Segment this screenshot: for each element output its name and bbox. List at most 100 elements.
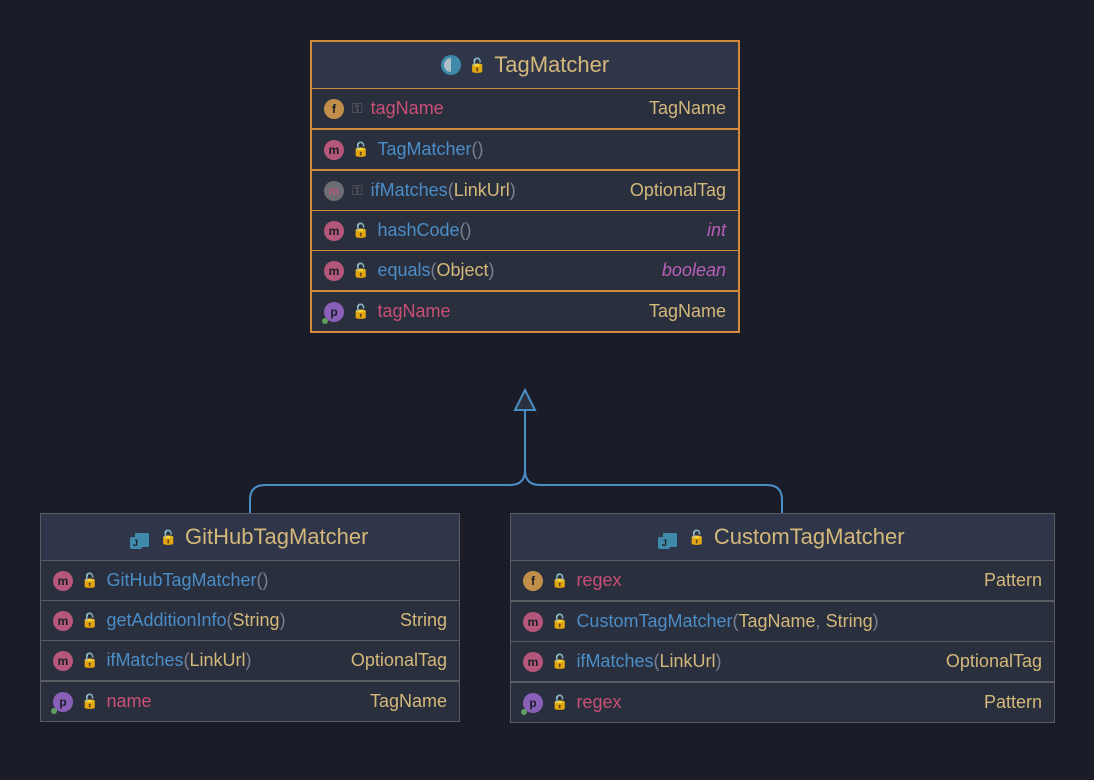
class-title: GitHubTagMatcher [185, 524, 368, 550]
member-name: tagName [371, 98, 444, 119]
class-box-githubtagmatcher[interactable]: 🔓 GitHubTagMatcher m 🔓 GitHubTagMatcher(… [40, 513, 460, 722]
unlock-icon: 🔓 [352, 303, 369, 320]
field-icon: f [324, 99, 344, 119]
class-header: 🔓 CustomTagMatcher [511, 514, 1054, 561]
unlock-icon: 🔓 [81, 693, 98, 710]
member-row[interactable]: f ⚿ tagName TagName [312, 89, 738, 129]
member-name: CustomTagMatcher [576, 611, 732, 632]
row-content: hashCode() [377, 220, 699, 241]
class-box-customtagmatcher[interactable]: 🔓 CustomTagMatcher f 🔒 regex Pattern m 🔓… [510, 513, 1055, 723]
return-type: Pattern [984, 692, 1042, 713]
key-icon: ⚿ [352, 182, 363, 199]
field-icon: f [523, 571, 543, 591]
row-content: ifMatches(LinkUrl) [576, 651, 937, 672]
unlock-icon: 🔓 [688, 529, 705, 546]
unlock-icon: 🔓 [81, 612, 98, 629]
method-icon: m [523, 652, 543, 672]
method-icon: m [53, 571, 73, 591]
param-type: TagName [739, 611, 816, 632]
class-title: CustomTagMatcher [714, 524, 905, 550]
member-name: ifMatches [106, 650, 183, 671]
unlock-icon: 🔓 [160, 529, 177, 546]
unlock-icon: 🔓 [551, 694, 568, 711]
return-type: String [400, 610, 447, 631]
member-row[interactable]: p 🔓 name TagName [41, 681, 459, 721]
row-content: GitHubTagMatcher() [106, 570, 447, 591]
property-icon: p [324, 302, 344, 322]
member-row[interactable]: m 🔓 CustomTagMatcher(TagName, String) [511, 601, 1054, 642]
member-name: name [106, 691, 151, 712]
lock-icon: 🔒 [551, 572, 568, 589]
param-type: LinkUrl [659, 651, 715, 672]
unlock-icon: 🔓 [352, 222, 369, 239]
paren: ) [245, 650, 251, 671]
key-icon: ⚿ [352, 100, 363, 117]
member-name: regex [576, 570, 621, 591]
row-content: regex [576, 570, 976, 591]
param-type: String [826, 611, 873, 632]
return-type: TagName [649, 301, 726, 322]
member-row[interactable]: m 🔓 getAdditionInfo(String) String [41, 601, 459, 641]
member-row[interactable]: m 🔓 equals(Object) boolean [312, 251, 738, 291]
paren: ) [510, 180, 516, 201]
unlock-icon: 🔓 [551, 653, 568, 670]
member-row[interactable]: m 🔓 TagMatcher() [312, 129, 738, 170]
property-icon: p [53, 692, 73, 712]
member-name: ifMatches [371, 180, 448, 201]
row-content: getAdditionInfo(String) [106, 610, 392, 631]
member-row[interactable]: ⚿ ifMatches(LinkUrl) OptionalTag [312, 170, 738, 211]
return-type: Pattern [984, 570, 1042, 591]
member-name: tagName [377, 301, 450, 322]
member-name: equals [377, 260, 430, 281]
return-type: OptionalTag [351, 650, 447, 671]
member-row[interactable]: f 🔒 regex Pattern [511, 561, 1054, 601]
unlock-icon: 🔓 [81, 572, 98, 589]
unlock-icon: 🔓 [81, 652, 98, 669]
paren: ) [263, 570, 269, 591]
member-row[interactable]: p 🔓 tagName TagName [312, 291, 738, 331]
paren: ) [873, 611, 879, 632]
member-row[interactable]: p 🔓 regex Pattern [511, 682, 1054, 722]
return-type: OptionalTag [946, 651, 1042, 672]
member-rows-right: f 🔒 regex Pattern m 🔓 CustomTagMatcher(T… [511, 561, 1054, 722]
param-type: LinkUrl [189, 650, 245, 671]
row-content: name [106, 691, 362, 712]
unlock-icon: 🔓 [551, 613, 568, 630]
comma: , [816, 611, 826, 632]
member-name: hashCode [377, 220, 459, 241]
return-type: boolean [662, 260, 726, 281]
class-icon [441, 55, 461, 75]
member-row[interactable]: m 🔓 ifMatches(LinkUrl) OptionalTag [511, 642, 1054, 682]
member-rows-left: m 🔓 GitHubTagMatcher() m 🔓 getAdditionIn… [41, 561, 459, 721]
unlock-icon: 🔓 [352, 141, 369, 158]
class-box-tagmatcher[interactable]: 🔓 TagMatcher f ⚿ tagName TagName m 🔓 Tag… [310, 40, 740, 333]
member-row[interactable]: m 🔓 GitHubTagMatcher() [41, 561, 459, 601]
param-type: LinkUrl [454, 180, 510, 201]
return-type: TagName [370, 691, 447, 712]
paren: ) [280, 610, 286, 631]
member-rows-parent: f ⚿ tagName TagName m 🔓 TagMatcher() ⚿ i… [312, 89, 738, 331]
paren: ) [715, 651, 721, 672]
method-icon: m [53, 611, 73, 631]
method-icon: m [324, 140, 344, 160]
member-name: ifMatches [576, 651, 653, 672]
param-type: String [233, 610, 280, 631]
member-name: regex [576, 692, 621, 713]
unlock-icon: 🔓 [469, 57, 486, 74]
java-class-icon [132, 527, 152, 547]
row-content: CustomTagMatcher(TagName, String) [576, 611, 1042, 632]
row-content: TagMatcher() [377, 139, 726, 160]
member-row[interactable]: m 🔓 ifMatches(LinkUrl) OptionalTag [41, 641, 459, 681]
return-type: OptionalTag [630, 180, 726, 201]
method-icon: m [523, 612, 543, 632]
return-type: int [707, 220, 726, 241]
method-icon: m [53, 651, 73, 671]
method-icon: m [324, 221, 344, 241]
unlock-icon: 🔓 [352, 262, 369, 279]
member-name: TagMatcher [377, 139, 471, 160]
paren: ) [489, 260, 495, 281]
class-title: TagMatcher [494, 52, 609, 78]
row-content: equals(Object) [377, 260, 653, 281]
member-row[interactable]: m 🔓 hashCode() int [312, 211, 738, 251]
return-type: TagName [649, 98, 726, 119]
